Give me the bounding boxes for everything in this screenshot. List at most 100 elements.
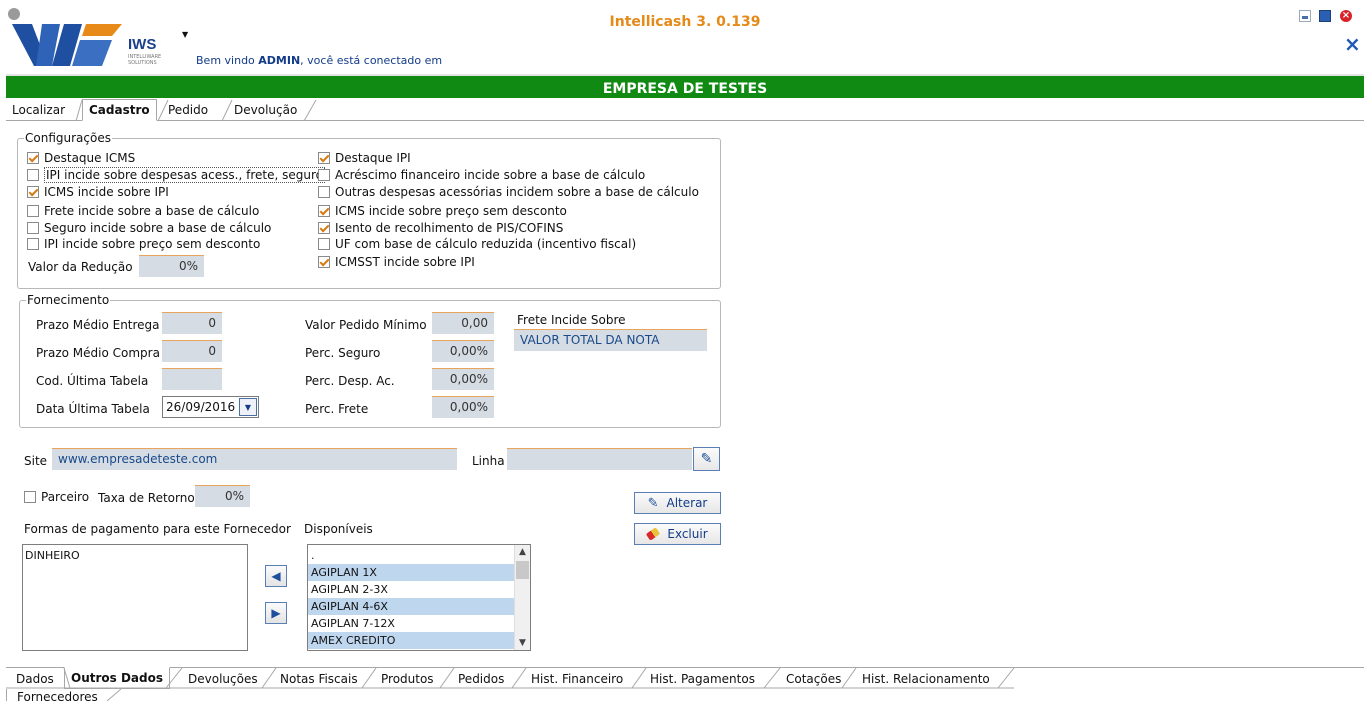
maximize-icon[interactable] [1319, 10, 1331, 22]
checkbox[interactable] [318, 222, 330, 234]
valor-pedido-field[interactable]: 0,00 [432, 312, 494, 334]
chk-uf-reduzida[interactable]: UF com base de cálculo reduzida (incenti… [318, 236, 636, 252]
scroll-down-icon[interactable]: ▼ [515, 638, 530, 648]
list-item[interactable]: AGIPLAN 1X [308, 564, 530, 581]
configuracoes-legend: Configurações [25, 131, 111, 145]
chk-ipi-despesas[interactable]: IPI incide sobre despesas acess., frete,… [27, 167, 325, 183]
prazo-entrega-field[interactable]: 0 [162, 312, 222, 334]
frete-incide-field[interactable]: VALOR TOTAL DA NOTA [514, 329, 707, 351]
app-title: Intellicash 3. 0.139 [609, 14, 761, 30]
checkbox[interactable] [318, 205, 330, 217]
chk-icms-ipi[interactable]: ICMS incide sobre IPI [27, 184, 169, 200]
cod-tabela-field[interactable] [162, 368, 222, 390]
checkbox[interactable] [318, 186, 330, 198]
data-tabela-value: 26/09/2016 [166, 400, 236, 414]
arrow-left-icon: ◀ [271, 569, 281, 583]
company-bar: EMPRESA DE TESTES [6, 74, 1364, 98]
list-item[interactable]: AGIPLAN 4-6X [308, 598, 530, 615]
chk-icmsst-ipi[interactable]: ICMSST incide sobre IPI [318, 254, 475, 270]
checkbox[interactable] [27, 186, 39, 198]
list-item[interactable]: DINHEIRO [23, 545, 247, 562]
site-label: Site [24, 454, 48, 468]
welcome-text: Bem vindo ADMIN, você está conectado em [196, 54, 443, 67]
cod-tabela-label: Cod. Última Tabela [36, 374, 149, 388]
chk-frete-base[interactable]: Frete incide sobre a base de cálculo [27, 203, 259, 219]
perc-seguro-field[interactable]: 0,00% [432, 340, 494, 362]
taxa-retorno-field[interactable]: 0% [195, 485, 250, 507]
frete-incide-label: Frete Incide Sobre [517, 313, 626, 327]
formas-label: Formas de pagamento para este Fornecedor [24, 522, 291, 536]
tab-separators [75, 99, 317, 121]
alterar-button[interactable]: ✎ Alterar [634, 492, 721, 514]
arrow-right-icon: ▶ [271, 606, 281, 620]
calendar-dropdown-icon[interactable]: ▼ [239, 398, 257, 416]
app-header: IWS INTELLIWARE SOLUTIONS ▼ Intellicash … [0, 0, 1370, 74]
perc-desp-field[interactable]: 0,00% [432, 368, 494, 390]
checkbox[interactable] [27, 205, 39, 217]
fornecimento-legend: Fornecimento [27, 293, 110, 307]
scroll-thumb[interactable] [516, 561, 529, 579]
checkbox[interactable] [27, 238, 39, 250]
logo-subtext: INTELLIWARE SOLUTIONS [128, 54, 162, 66]
list-item[interactable]: AMEX CREDITO [308, 632, 530, 649]
list-item[interactable]: AGIPLAN 2-3X [308, 581, 530, 598]
linha-edit-button[interactable]: ✎ [693, 447, 720, 471]
checkbox[interactable] [318, 169, 330, 181]
checkbox[interactable] [24, 491, 36, 503]
minimize-icon[interactable] [1299, 10, 1311, 22]
taxa-retorno-label: Taxa de Retorno [98, 491, 195, 505]
disponiveis-label: Disponíveis [304, 522, 373, 536]
excluir-label: Excluir [667, 527, 708, 541]
footer-tabstrip: Fornecedores [6, 689, 1364, 701]
valor-reducao-field[interactable]: 0% [139, 255, 204, 277]
listbox-scrollbar[interactable]: ▲ ▼ [514, 545, 530, 650]
excluir-button[interactable]: Excluir [634, 523, 721, 545]
chk-ipi-sem-desconto[interactable]: IPI incide sobre preço sem desconto [27, 236, 260, 252]
tab-fornecedores[interactable]: Fornecedores [17, 690, 98, 701]
tab-separators [6, 668, 1015, 689]
prazo-compra-label: Prazo Médio Compra [36, 346, 160, 360]
site-field[interactable]: www.empresadeteste.com [52, 448, 457, 470]
list-item[interactable]: . [308, 547, 530, 564]
perc-desp-label: Perc. Desp. Ac. [305, 374, 395, 388]
list-item[interactable]: AGIPLAN 7-12X [308, 615, 530, 632]
eraser-icon [646, 527, 661, 541]
bottom-tabstrip: Dados Outros Dados Devoluções Notas Fisc… [6, 667, 1364, 689]
disponiveis-listbox[interactable]: . AGIPLAN 1X AGIPLAN 2-3X AGIPLAN 4-6X A… [307, 544, 531, 651]
checkbox[interactable] [318, 256, 330, 268]
data-tabela-label: Data Última Tabela [36, 402, 150, 416]
checkbox[interactable] [318, 238, 330, 250]
pencil-icon: ✎ [700, 451, 713, 467]
perc-seguro-label: Perc. Seguro [305, 346, 381, 360]
checkbox[interactable] [27, 222, 39, 234]
alterar-label: Alterar [666, 496, 708, 510]
data-tabela-datepicker[interactable]: 26/09/2016 ▼ [162, 396, 259, 418]
top-tabstrip: Localizar Cadastro Pedido Devolução [6, 99, 1364, 121]
checkbox[interactable] [318, 152, 330, 164]
valor-reducao-label: Valor da Redução [28, 260, 133, 274]
chk-icms-sem-desconto[interactable]: ICMS incide sobre preço sem desconto [318, 203, 567, 219]
dropdown-caret-icon[interactable]: ▼ [182, 30, 188, 39]
chk-acrescimo-financeiro[interactable]: Acréscimo financeiro incide sobre a base… [318, 167, 645, 183]
move-right-button[interactable]: ▶ [265, 602, 287, 624]
linha-field[interactable] [507, 448, 692, 470]
formas-listbox[interactable]: DINHEIRO [22, 544, 248, 651]
chk-destaque-ipi[interactable]: Destaque IPI [318, 150, 411, 166]
chk-isento-pis[interactable]: Isento de recolhimento de PIS/COFINS [318, 220, 563, 236]
chk-parceiro[interactable]: Parceiro [24, 489, 89, 505]
tab-separators [107, 689, 122, 701]
chk-outras-despesas[interactable]: Outras despesas acessórias incidem sobre… [318, 184, 699, 200]
perc-frete-field[interactable]: 0,00% [432, 396, 494, 418]
perc-frete-label: Perc. Frete [305, 402, 369, 416]
scroll-up-icon[interactable]: ▲ [515, 547, 530, 557]
logo-text: IWS [128, 36, 157, 53]
prazo-compra-field[interactable]: 0 [162, 340, 222, 362]
chk-destaque-icms[interactable]: Destaque ICMS [27, 150, 135, 166]
checkbox[interactable] [27, 169, 39, 181]
chk-seguro-base[interactable]: Seguro incide sobre a base de cálculo [27, 220, 271, 236]
linha-label: Linha [472, 454, 505, 468]
move-left-button[interactable]: ◀ [265, 565, 287, 587]
checkbox[interactable] [27, 152, 39, 164]
close-app-icon[interactable]: × [1340, 10, 1352, 22]
close-form-icon[interactable]: × [1344, 34, 1361, 54]
